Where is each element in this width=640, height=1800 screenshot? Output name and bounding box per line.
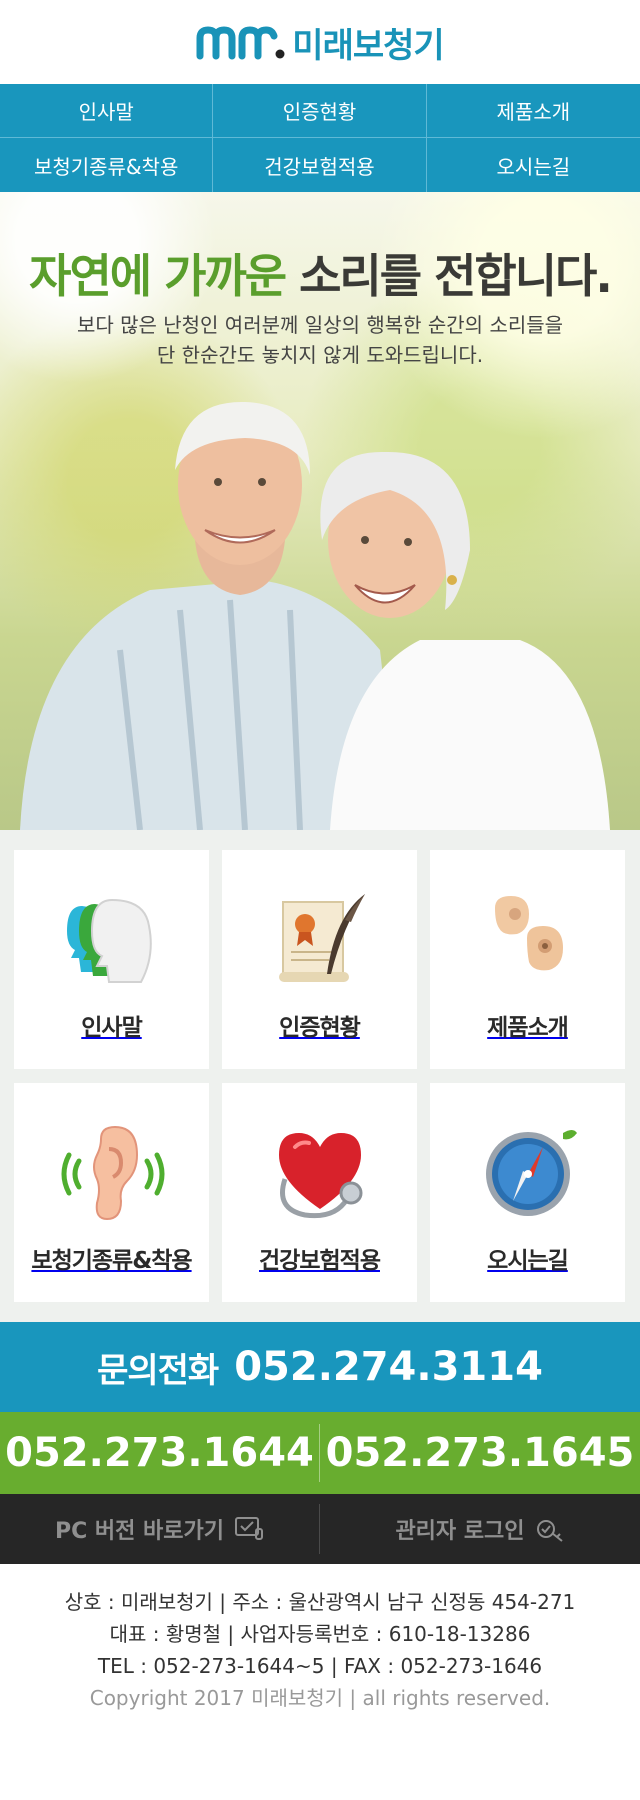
monitor-check-icon <box>235 1517 264 1540</box>
pc-version-label: PC 버전 바로가기 <box>54 1519 225 1544</box>
utility-links-bar: PC 버전 바로가기 관리자 로그인 <box>0 1494 640 1564</box>
menu-card-label: 오시는길 <box>487 1248 569 1274</box>
nav-item-greeting[interactable]: 인사말 <box>0 84 214 138</box>
compass-icon <box>485 1130 577 1216</box>
nav-item-types-wearing[interactable]: 보청기종류&착용 <box>0 138 214 192</box>
hero-title: 자연에 가까운 소리를 전합니다. <box>0 240 640 306</box>
phone-link-left[interactable]: 052.273.1644 <box>0 1424 320 1482</box>
heads-icon <box>66 898 152 983</box>
hearing-aid-icon <box>494 896 563 971</box>
menu-card-label: 건강보험적용 <box>259 1248 381 1274</box>
hero-subtitle-line1: 보다 많은 난청인 여러분께 일상의 행복한 순간의 소리들을 <box>76 313 564 337</box>
ear-icon <box>61 1125 164 1221</box>
main-nav: 인사말 인증현황 제품소개 보청기종류&착용 건강보험적용 오시는길 <box>0 84 640 192</box>
footer-business-info: 대표 : 황명철 | 사업자등록번호 : 610-18-13286 <box>109 1622 531 1646</box>
site-header: 미래보청기 <box>0 0 640 84</box>
footer-company-info: 상호 : 미래보청기 | 주소 : 울산광역시 남구 신정동 454-271 <box>64 1590 576 1614</box>
main-phone-number: 052.274.3114 <box>234 1344 543 1390</box>
menu-card-label: 제품소개 <box>487 1015 569 1041</box>
menu-card-label: 인증현황 <box>279 1015 361 1041</box>
certificate-icon <box>278 894 365 982</box>
site-footer: 상호 : 미래보청기 | 주소 : 울산광역시 남구 신정동 454-271 대… <box>0 1564 640 1714</box>
brand-mark-icon <box>196 26 285 60</box>
menu-card-health-insurance[interactable]: 건강보험적용 <box>222 1083 417 1302</box>
logo[interactable]: 미래보청기 <box>196 18 445 67</box>
brand-name: 미래보청기 <box>292 25 444 66</box>
hero-title-rest: 소리를 전합니다. <box>299 249 613 303</box>
menu-card-greeting[interactable]: 인사말 <box>14 850 209 1069</box>
menu-card-directions[interactable]: 오시는길 <box>430 1083 625 1302</box>
menu-card-label: 보청기종류&착용 <box>31 1248 192 1274</box>
elderly-couple-photo <box>20 401 610 830</box>
hero-title-highlight: 자연에 가까운 <box>29 249 287 303</box>
heart-stethoscope-icon <box>278 1133 362 1219</box>
menu-grid: 인사말 인증현황 제품소개 보청기종류&착용 건강보험적용 오시는길 <box>0 830 640 1322</box>
phone-link-right[interactable]: 052.273.1645 <box>320 1412 640 1494</box>
admin-login-label: 관리자 로그인 <box>395 1519 525 1544</box>
menu-card-label: 인사말 <box>81 1015 142 1041</box>
footer-copyright: Copyright 2017 미래보청기 | all rights reserv… <box>89 1686 551 1710</box>
main-phone-label: 문의전화 <box>97 1350 219 1391</box>
menu-card-certification[interactable]: 인증현황 <box>222 850 417 1069</box>
menu-card-types-wearing[interactable]: 보청기종류&착용 <box>14 1083 209 1302</box>
nav-item-health-insurance[interactable]: 건강보험적용 <box>213 138 427 192</box>
admin-login-link[interactable]: 관리자 로그인 <box>320 1494 640 1564</box>
key-check-icon <box>536 1520 563 1542</box>
pc-version-link[interactable]: PC 버전 바로가기 <box>0 1504 320 1554</box>
hero-subtitle-line2: 단 한순간도 놓치지 않게 도와드립니다. <box>156 343 484 367</box>
hero-subtitle: 보다 많은 난청인 여러분께 일상의 행복한 순간의 소리들을 단 한순간도 놓… <box>0 310 640 370</box>
hero-banner: 자연에 가까운 소리를 전합니다. 보다 많은 난청인 여러분께 일상의 행복한… <box>0 192 640 830</box>
main-phone-bar[interactable]: 문의전화 052.274.3114 <box>0 1322 640 1412</box>
secondary-phone-bar: 052.273.1644 052.273.1645 <box>0 1412 640 1494</box>
footer-contact-info: TEL : 052-273-1644~5 | FAX : 052-273-164… <box>97 1654 543 1678</box>
nav-item-directions[interactable]: 오시는길 <box>427 138 640 192</box>
nav-item-certification[interactable]: 인증현황 <box>213 84 427 138</box>
menu-card-products[interactable]: 제품소개 <box>430 850 625 1069</box>
nav-item-products[interactable]: 제품소개 <box>426 84 640 138</box>
